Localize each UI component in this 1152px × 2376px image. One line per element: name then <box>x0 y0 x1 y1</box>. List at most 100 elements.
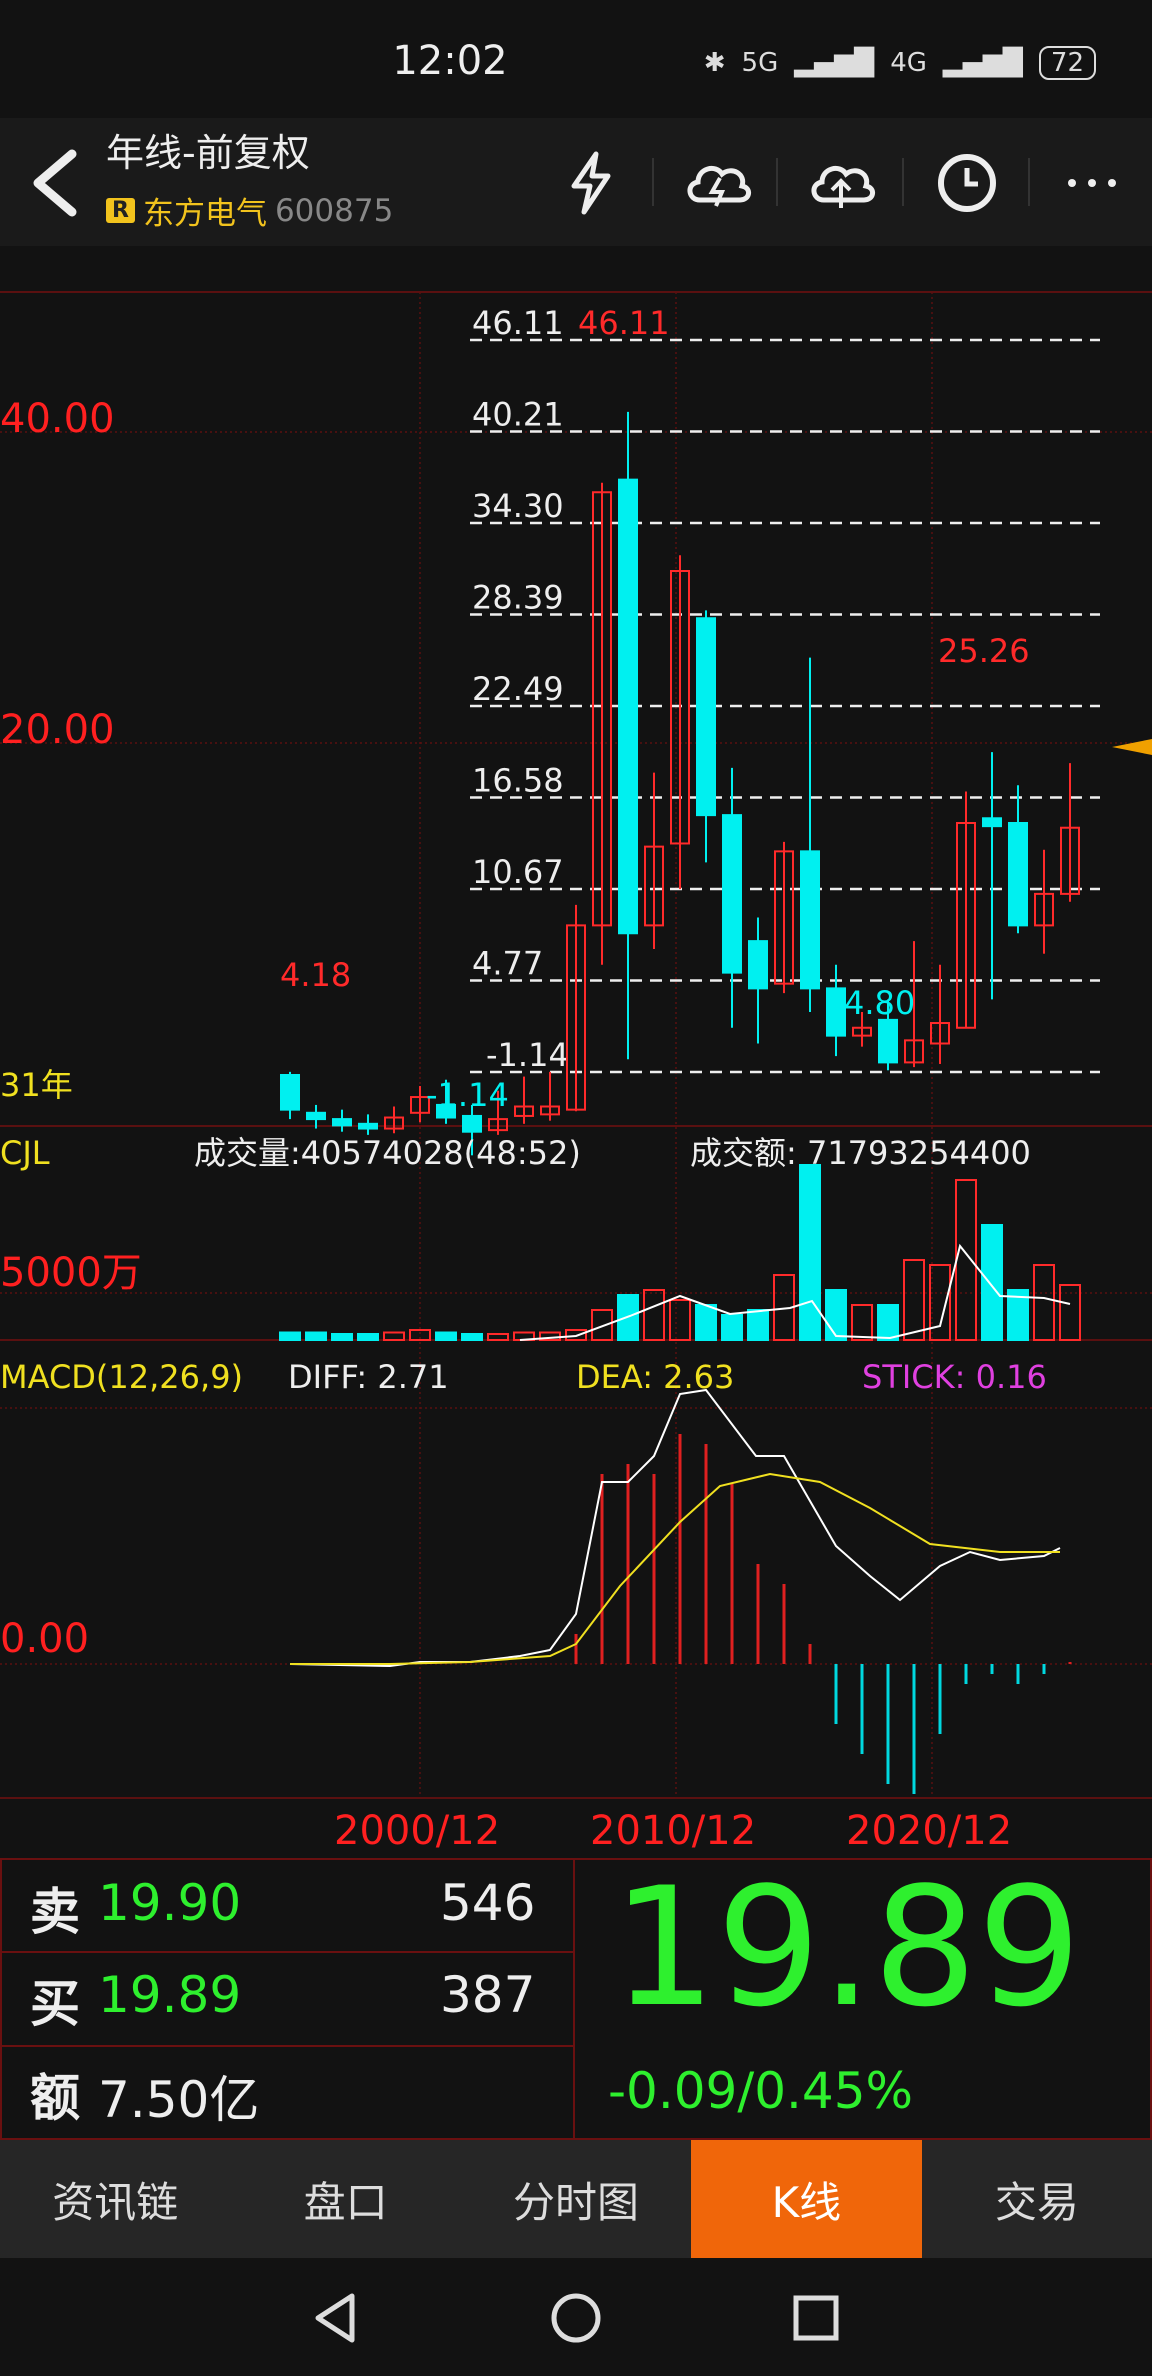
signal-5g-icon: 5G <box>741 48 779 78</box>
back-arrow-icon[interactable] <box>26 148 86 218</box>
amount-label: 额 <box>30 2069 80 2127</box>
tab-kline[interactable]: K线 <box>691 2140 922 2258</box>
price-axis-label: 40.00 <box>0 396 115 442</box>
candle-body <box>826 987 846 1037</box>
buy-qty: 387 <box>440 1966 536 2024</box>
volume-bar <box>279 1331 301 1341</box>
tab-news[interactable]: 资讯链 <box>0 2140 230 2258</box>
price-change: -0.09/0.45% <box>608 2062 914 2120</box>
macd-zero-label: 0.00 <box>0 1616 89 1662</box>
fib-level-label: 22.49 <box>472 670 564 708</box>
stock-subtitle: R 东方电气 600875 <box>106 188 393 233</box>
candle-body <box>696 617 716 817</box>
divider <box>652 158 654 206</box>
volume-bar <box>591 1309 613 1341</box>
price-annotation: 4.80 <box>844 984 915 1022</box>
volume-bar <box>825 1289 847 1341</box>
stock-name: 东方电气 <box>142 196 267 232</box>
volume-bar <box>981 1224 1003 1341</box>
macd-dea-line <box>290 1472 1060 1665</box>
fib-level-label: 28.39 <box>472 579 564 617</box>
nav-back-icon[interactable] <box>306 2288 366 2348</box>
candle-body <box>358 1122 378 1130</box>
volume-bar <box>747 1309 769 1341</box>
bottom-tabs: 资讯链 盘口 分时图 K线 交易 <box>0 2140 1152 2258</box>
divider <box>902 158 904 206</box>
tab-timeshare[interactable]: 分时图 <box>461 2140 691 2258</box>
sell-label: 卖 <box>30 1883 80 1941</box>
battery-indicator: 72 <box>1038 46 1096 80</box>
cloud-upload-icon[interactable] <box>804 148 878 218</box>
volume-bar <box>929 1264 951 1341</box>
volume-bar <box>1033 1264 1055 1341</box>
amount-value: 7.50亿 <box>98 2071 260 2129</box>
volume-bar <box>487 1333 509 1341</box>
candle-body <box>722 814 742 974</box>
tab-orderbook[interactable]: 盘口 <box>230 2140 460 2258</box>
macd-dea: DEA: 2.63 <box>576 1358 734 1396</box>
volume-bar <box>799 1164 821 1341</box>
volume-bar <box>305 1331 327 1341</box>
current-price-pointer <box>1112 739 1152 755</box>
sell-qty: 546 <box>440 1874 536 1932</box>
lightning-icon[interactable] <box>560 148 624 218</box>
divider <box>776 158 778 206</box>
candle-body <box>748 940 768 990</box>
volume-bar <box>851 1304 873 1341</box>
candle-body <box>982 817 1002 828</box>
macd-label: MACD(12,26,9) <box>0 1358 243 1396</box>
x-axis-label: 2020/12 <box>846 1808 1012 1854</box>
volume-bar <box>435 1331 457 1341</box>
buy-label: 买 <box>30 1975 80 2033</box>
candle-body <box>1008 822 1028 927</box>
bluetooth-icon: ✱ <box>703 48 726 78</box>
volume-bar <box>721 1314 743 1341</box>
fib-level-label: -1.14 <box>486 1036 569 1074</box>
volume-bar <box>903 1259 925 1341</box>
price-axis-label: 20.00 <box>0 707 115 753</box>
price-annotation: 25.26 <box>938 632 1030 670</box>
nav-home-icon[interactable] <box>546 2288 606 2348</box>
more-icon[interactable] <box>1062 148 1122 218</box>
buy-price: 19.89 <box>98 1966 242 2024</box>
clock-icon[interactable] <box>932 148 1002 218</box>
volume-bar <box>877 1304 899 1341</box>
volume-bar <box>643 1289 665 1341</box>
kline-chart[interactable]: 46.11 40.21 34.30 28.39 22.49 16.58 10.67 4.77 -… <box>0 246 1152 1858</box>
turnover-text: 成交额: 71793254400 <box>690 1134 1031 1172</box>
stock-code: 600875 <box>274 192 394 229</box>
volume-bar <box>461 1333 483 1341</box>
fib-level-label: 40.21 <box>472 396 564 434</box>
candle-body <box>462 1114 482 1133</box>
status-icons: ✱ 5G ▂▄▆█ 4G ▂▄▆█ 72 <box>704 46 1096 80</box>
signal-4g-icon: 4G <box>890 48 927 78</box>
macd-diff: DIFF: 2.71 <box>288 1358 449 1396</box>
volume-bar <box>357 1333 379 1341</box>
fib-level-label: 34.30 <box>472 487 564 525</box>
volume-bar <box>331 1333 353 1341</box>
price-annotation: 4.18 <box>280 956 351 994</box>
volume-bar <box>955 1179 977 1341</box>
candle-body <box>878 1018 898 1064</box>
volume-label: CJL <box>0 1134 50 1172</box>
candle-body <box>800 850 820 990</box>
last-price: 19.89 <box>612 1852 1082 2043</box>
volume-bar <box>669 1299 691 1341</box>
volume-bar <box>695 1304 717 1341</box>
r-badge: R <box>106 198 135 223</box>
divider <box>1028 158 1030 206</box>
fib-level-label: 46.11 <box>472 304 564 342</box>
volume-bar <box>383 1331 405 1341</box>
candle-body <box>306 1111 326 1121</box>
signal-bars-icon: ▂▄▆█ <box>942 48 1023 78</box>
sell-price: 19.90 <box>98 1874 242 1932</box>
cloud-download-icon[interactable] <box>680 148 754 218</box>
signal-bars-icon: ▂▄▆█ <box>794 48 875 78</box>
high-price-marker: 46.11 <box>578 304 670 342</box>
tab-trade[interactable]: 交易 <box>922 2140 1152 2258</box>
page-title: 年线-前复权 <box>106 131 310 175</box>
fib-level-label: 10.67 <box>472 853 564 891</box>
candle-body <box>280 1074 300 1111</box>
nav-recents-icon[interactable] <box>786 2288 846 2348</box>
period-label: 31年 <box>0 1066 73 1104</box>
